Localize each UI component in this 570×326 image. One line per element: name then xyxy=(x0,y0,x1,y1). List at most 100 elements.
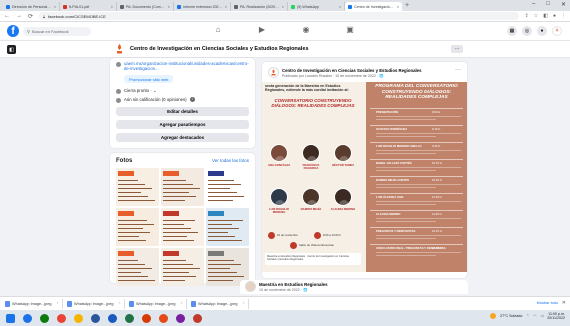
edit-details-button[interactable]: Editar detalles xyxy=(116,106,249,116)
menu-grid-icon[interactable]: ▦ xyxy=(507,26,517,36)
minimize-button[interactable]: – xyxy=(532,1,535,8)
browser-tab[interactable]: Centro de Investigación en Cien× xyxy=(345,2,402,11)
post-meta[interactable]: Publicado por Lourdes Rosales · 10 de no… xyxy=(282,74,384,78)
photo-thumbnail[interactable] xyxy=(116,207,159,246)
profile-icon[interactable]: ● xyxy=(553,13,556,19)
taskbar-app-icon[interactable] xyxy=(176,313,185,323)
messenger-icon[interactable]: ◎ xyxy=(522,26,532,36)
thumbnail-text-line xyxy=(208,231,228,233)
browser-tab[interactable]: (5) WhatsApp × xyxy=(288,2,345,11)
browser-tab[interactable]: Dirección de Personal - Univers× xyxy=(3,2,60,11)
download-filename: WhatsApp Image...jpeg xyxy=(12,301,52,306)
browser-tab[interactable]: PA: Documento (Compartido conmigo)× xyxy=(117,2,174,11)
photo-thumbnail[interactable] xyxy=(161,247,204,286)
post-image[interactable]: sexta generación de la Maestría en Estud… xyxy=(262,82,467,272)
tray-arrow-icon[interactable]: ⌃ xyxy=(526,314,529,318)
thumbnail-text-line xyxy=(163,275,196,277)
video-icon[interactable]: ▶ xyxy=(256,25,268,34)
taskbar-app-icon[interactable] xyxy=(193,313,202,323)
chevron-up-icon[interactable]: ⌃ xyxy=(56,302,59,306)
see-all-photos-link[interactable]: Ver todas las fotos xyxy=(212,158,249,163)
weather-icon[interactable] xyxy=(490,313,497,320)
next-post-avatar[interactable] xyxy=(245,281,256,292)
download-item[interactable]: WhatsApp Image...jpeg ⌃ xyxy=(67,298,125,309)
chevron-up-icon[interactable]: ⌃ xyxy=(118,302,121,306)
website-link[interactable]: uaem.mx/organizacion-institucional/unida… xyxy=(124,61,249,71)
page-panel-icon[interactable]: ◧ xyxy=(7,45,16,54)
browser-tab[interactable]: Informe extension 2022 (Autoguard)× xyxy=(174,2,231,11)
browser-menu-icon[interactable]: ⋮ xyxy=(561,13,566,19)
close-downloads-icon[interactable]: ✕ xyxy=(562,300,566,306)
reload-icon[interactable]: ⟳ xyxy=(28,13,33,20)
post-author[interactable]: Centro de Investigación en Ciencias Soci… xyxy=(282,68,421,73)
browser-tab[interactable]: ft-PIA-01.pdf × xyxy=(60,2,117,11)
post-author-avatar[interactable] xyxy=(268,67,279,78)
chevron-up-icon[interactable]: ⌃ xyxy=(180,302,183,306)
taskbar-app-icon[interactable] xyxy=(159,313,168,323)
page-more-button[interactable]: ··· xyxy=(451,45,463,53)
speaker-name: CLAUDIA MERINO xyxy=(330,207,356,211)
search-input[interactable]: ⚲ Buscar en Facebook xyxy=(23,26,91,36)
tab-close-icon[interactable]: × xyxy=(282,4,284,9)
photo-thumbnail[interactable] xyxy=(116,247,159,286)
taskbar-app-icon[interactable] xyxy=(125,313,134,323)
taskbar-app-icon[interactable] xyxy=(108,313,117,323)
info-icon[interactable]: i xyxy=(189,97,195,102)
new-tab-button[interactable]: + xyxy=(405,2,409,9)
taskbar-app-icon[interactable] xyxy=(74,313,83,323)
gaming-icon[interactable]: ▣ xyxy=(344,25,356,34)
tab-close-icon[interactable]: × xyxy=(225,4,227,9)
forward-icon[interactable]: → xyxy=(16,13,22,19)
tab-close-icon[interactable]: × xyxy=(397,4,399,9)
next-post-meta[interactable]: 10 de noviembre de 2022 · 🌐 xyxy=(259,288,307,292)
volume-icon[interactable]: ◁ xyxy=(541,314,544,318)
taskbar-app-icon[interactable] xyxy=(142,313,151,323)
tab-close-icon[interactable]: × xyxy=(54,4,56,9)
extensions-icon[interactable]: ◧ xyxy=(543,13,548,19)
close-window-button[interactable]: ✕ xyxy=(561,1,566,8)
hours-text[interactable]: Cierra pronto · ⌄ xyxy=(124,88,157,94)
share-icon[interactable]: ⇪ xyxy=(525,13,529,19)
post-options-button[interactable]: ··· xyxy=(455,67,461,73)
add-hobbies-button[interactable]: Agregar pasatiempos xyxy=(116,119,249,129)
notifications-bell-icon[interactable]: ♦ xyxy=(537,26,547,36)
taskbar-app-icon[interactable] xyxy=(40,313,49,323)
downloads-bar: WhatsApp Image...jpeg ⌃ WhatsApp Image...j… xyxy=(0,296,570,310)
back-icon[interactable]: ← xyxy=(4,13,10,19)
windows-start-icon[interactable] xyxy=(6,313,15,323)
promote-website-button[interactable]: Promocionar sitio web xyxy=(124,75,174,83)
program-text-line xyxy=(376,133,461,135)
maximize-button[interactable]: □ xyxy=(546,1,550,8)
program-title: PROGRAMA DEL CONVERSATORIO CONSTRUYENDO … xyxy=(375,84,458,101)
show-all-downloads-button[interactable]: Mostrar todo xyxy=(537,301,558,305)
browser-tab[interactable]: PA: Realización (2020) - estándar pie× xyxy=(231,2,288,11)
taskbar-app-icon[interactable] xyxy=(23,313,32,323)
photo-thumbnail[interactable] xyxy=(116,167,159,206)
page-title[interactable]: Centro de Investigación en Ciencias Soci… xyxy=(130,46,309,52)
next-post-author[interactable]: Maestría en Estudios Regionales xyxy=(259,282,328,287)
network-icon[interactable]: ◠ xyxy=(533,314,536,318)
photo-thumbnail[interactable] xyxy=(161,167,204,206)
tab-close-icon[interactable]: × xyxy=(339,4,341,9)
photos-card: Fotos Ver todas las fotos xyxy=(110,152,255,286)
photo-thumbnail[interactable] xyxy=(161,207,204,246)
clock[interactable]: 11:00 p.m. 20/11/2022 xyxy=(547,312,565,321)
weather-text[interactable]: 27°C Soleado xyxy=(500,314,522,318)
account-avatar[interactable]: ⚘ xyxy=(552,26,562,36)
download-item[interactable]: WhatsApp Image...jpeg ⌃ xyxy=(191,298,249,309)
taskbar-app-icon[interactable] xyxy=(57,313,66,323)
tab-close-icon[interactable]: × xyxy=(168,4,170,9)
download-item[interactable]: WhatsApp Image...jpeg ⌃ xyxy=(129,298,187,309)
download-item[interactable]: WhatsApp Image...jpeg ⌃ xyxy=(5,298,63,309)
groups-icon[interactable]: ◉ xyxy=(300,25,312,34)
tab-close-icon[interactable]: × xyxy=(111,4,113,9)
chevron-up-icon[interactable]: ⌃ xyxy=(242,302,245,306)
taskbar-app-icon[interactable] xyxy=(91,313,100,323)
add-featured-button[interactable]: Agregar destacados xyxy=(116,132,249,142)
photo-thumbnail[interactable] xyxy=(206,207,249,246)
home-icon[interactable]: ⌂ xyxy=(212,25,224,34)
omnibox[interactable]: 🔒︎ facebook.com/CICSEMOBE.ICE xyxy=(39,12,519,20)
photo-thumbnail[interactable] xyxy=(206,167,249,206)
facebook-logo[interactable]: f xyxy=(7,25,19,37)
bookmark-star-icon[interactable]: ☆ xyxy=(534,13,538,19)
